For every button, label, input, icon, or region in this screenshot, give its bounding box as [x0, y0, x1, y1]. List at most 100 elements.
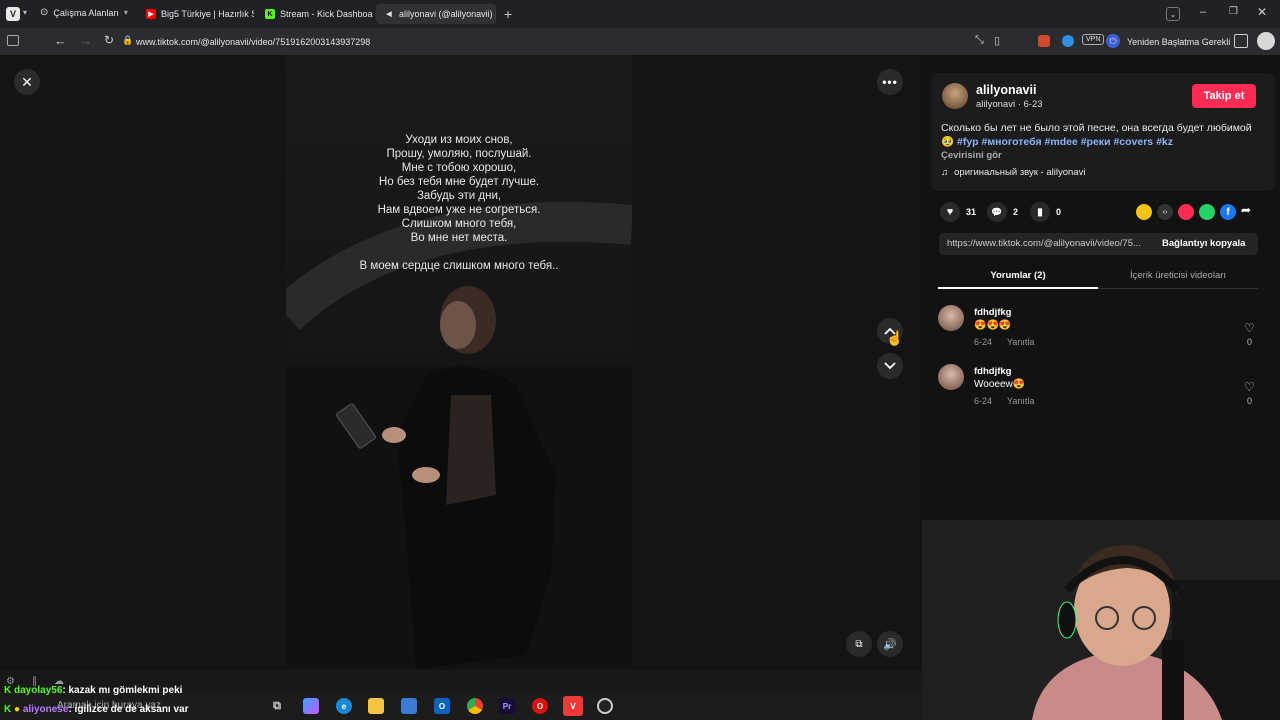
tab-kick-dashboard[interactable]: K Stream - Kick Dashboard	[257, 4, 373, 24]
more-icon: •••	[882, 75, 898, 89]
back-icon[interactable]: ←	[54, 33, 67, 48]
whatsapp-icon[interactable]	[1199, 204, 1215, 220]
url-field[interactable]: www.tiktok.com/@alilyonavii/video/751916…	[136, 37, 370, 47]
apps-icon[interactable]	[1234, 34, 1248, 48]
extension-icon[interactable]	[1038, 35, 1050, 47]
comment-like-count: 0	[1247, 337, 1253, 347]
lock-icon: 🔒	[122, 35, 134, 45]
volume-button[interactable]: 🔊	[877, 631, 903, 657]
comment-item: fdhdjfkg Wooeew😍 6-24 Yanıtla ♡ 0	[938, 364, 1268, 416]
comment-button[interactable]: 💬 2	[987, 202, 1018, 222]
vpn-button[interactable]: VPN	[1082, 34, 1105, 45]
kick-badge-icon: K	[4, 685, 12, 696]
hashtag[interactable]: #многотебя	[982, 136, 1042, 148]
extension-icon[interactable]	[1062, 35, 1074, 47]
lyric-line: Слишком много тебя,	[401, 218, 517, 230]
tab-list-icon[interactable]: ⌄	[1166, 7, 1180, 21]
obs-icon[interactable]	[597, 698, 613, 714]
chevron-down-icon[interactable]: ▾	[23, 8, 27, 17]
chat-text: igilizce de de aksanı var	[74, 704, 189, 715]
hashtag[interactable]: #fyp	[957, 136, 979, 148]
gift-icon[interactable]	[1136, 204, 1152, 220]
comment-username[interactable]: fdhdjfkg	[974, 366, 1011, 377]
embed-icon[interactable]: ‹›	[1157, 204, 1173, 220]
browser-tab-bar: V ▾ ⊙ Çalışma Alanları ▾ ▶ Big5 Türkiye …	[0, 0, 1280, 28]
expand-icon[interactable]: ⤡	[975, 34, 984, 47]
facebook-icon[interactable]: f	[1220, 204, 1236, 220]
new-tab-button[interactable]: +	[504, 6, 512, 22]
share-icon[interactable]: ➦	[1241, 203, 1251, 217]
next-video-button[interactable]	[877, 353, 903, 379]
minimize-icon[interactable]: –	[1200, 6, 1206, 18]
reply-button[interactable]: Yanıtla	[1007, 396, 1034, 406]
premiere-icon[interactable]: Pr	[499, 698, 515, 714]
comment-like-count: 0	[1247, 396, 1253, 406]
copilot-icon[interactable]	[303, 698, 319, 714]
outlook-icon[interactable]: O	[434, 698, 450, 714]
floating-player-button[interactable]: ⧉	[846, 631, 872, 657]
comment-icon: 💬	[987, 202, 1007, 222]
edge-icon[interactable]: e	[336, 698, 352, 714]
lyric-line: Уходи из моих снов,	[405, 134, 513, 146]
sound-link[interactable]: ♫ оригинальный звук - alilyonavi	[941, 167, 1085, 178]
tab-comments[interactable]: Yorumlar (2)	[938, 263, 1098, 289]
badge-icon: ●	[14, 704, 21, 715]
hashtag[interactable]: #covers	[1113, 136, 1153, 148]
lyric-line: Забудь эти дни,	[416, 190, 502, 202]
chat-username[interactable]: dayolay56	[14, 685, 62, 696]
task-view-icon[interactable]: ⧉	[269, 698, 285, 714]
save-button[interactable]: ▮ 0	[1030, 202, 1061, 222]
lyric-line: В моем сердце слишком много тебя..	[359, 260, 559, 272]
heart-icon: ♥	[940, 202, 960, 222]
lyric-line: Нам вдвоем уже не согреться.	[377, 204, 541, 216]
maximize-icon[interactable]: ❐	[1229, 6, 1238, 17]
close-window-icon[interactable]: ✕	[1257, 5, 1267, 19]
reply-button[interactable]: Yanıtla	[1007, 337, 1034, 347]
comment-text: Wooeew😍	[974, 379, 1026, 390]
kick-icon: K	[265, 9, 275, 19]
tab-creator-videos[interactable]: İçerik üreticisi videoları	[1098, 263, 1258, 289]
tab-label: Stream - Kick Dashboard	[280, 9, 373, 19]
reload-icon[interactable]: ↻	[104, 33, 114, 47]
vivaldi-icon[interactable]: V	[563, 696, 583, 716]
comment-like-icon[interactable]: ♡	[1244, 380, 1255, 394]
vivaldi-menu-icon[interactable]: V	[6, 7, 20, 21]
bookmark-icon[interactable]: ▯	[994, 34, 1000, 47]
avatar[interactable]	[938, 305, 964, 331]
translate-link[interactable]: Çevirisini gör	[941, 150, 1002, 161]
tab-tiktok[interactable]: ◀ alilyonavi (@alilyonavii) | T	[376, 4, 496, 24]
comment-username[interactable]: fdhdjfkg	[974, 307, 1011, 318]
file-explorer-icon[interactable]	[368, 698, 384, 714]
chevron-down-icon	[884, 362, 896, 370]
address-bar-row: ← → ↻ 🔒 www.tiktok.com/@alilyonavii/vide…	[0, 28, 1280, 55]
avatar[interactable]	[942, 83, 968, 109]
close-button[interactable]: ✕	[14, 69, 40, 95]
sound-label: оригинальный звук - alilyonavi	[954, 167, 1086, 178]
more-options-button[interactable]: •••	[877, 69, 903, 95]
tab-label: alilyonavi (@alilyonavii) | T	[399, 9, 496, 19]
profile-avatar[interactable]	[1257, 32, 1275, 50]
video-player[interactable]: Уходи из моих снов, Прошу, умоляю, послу…	[286, 55, 632, 669]
video-link[interactable]: https://www.tiktok.com/@alilyonavii/vide…	[947, 238, 1141, 249]
opera-icon[interactable]: O	[532, 698, 548, 714]
hashtag[interactable]: #mdee	[1045, 136, 1078, 148]
chrome-icon[interactable]	[467, 698, 483, 714]
forward-icon[interactable]: →	[79, 33, 92, 48]
hashtag[interactable]: #реки	[1081, 136, 1111, 148]
avatar[interactable]	[938, 364, 964, 390]
copy-link-button[interactable]: Bağlantıyı kopyala	[1162, 238, 1245, 249]
post-username[interactable]: alilyonavii	[976, 83, 1036, 97]
send-icon[interactable]	[1178, 204, 1194, 220]
like-button[interactable]: ♥ 31	[940, 202, 976, 222]
restart-required-label[interactable]: Yeniden Başlatma Gerekli	[1127, 37, 1230, 47]
workspaces-button[interactable]: ⊙ Çalışma Alanları ▾	[40, 7, 128, 18]
comment-like-icon[interactable]: ♡	[1244, 321, 1255, 335]
hashtag[interactable]: #kz	[1156, 136, 1173, 148]
sidebar-toggle-icon[interactable]	[7, 35, 19, 46]
like-count: 31	[966, 207, 977, 217]
chat-username[interactable]: aliyonese	[23, 704, 69, 715]
store-icon[interactable]	[401, 698, 417, 714]
follow-button[interactable]: Takip et	[1192, 84, 1256, 108]
tab-big5[interactable]: ▶ Big5 Türkiye | Hazırlık Sezo	[138, 4, 254, 24]
lyric-line: Прошу, умоляю, послушай.	[386, 148, 532, 160]
